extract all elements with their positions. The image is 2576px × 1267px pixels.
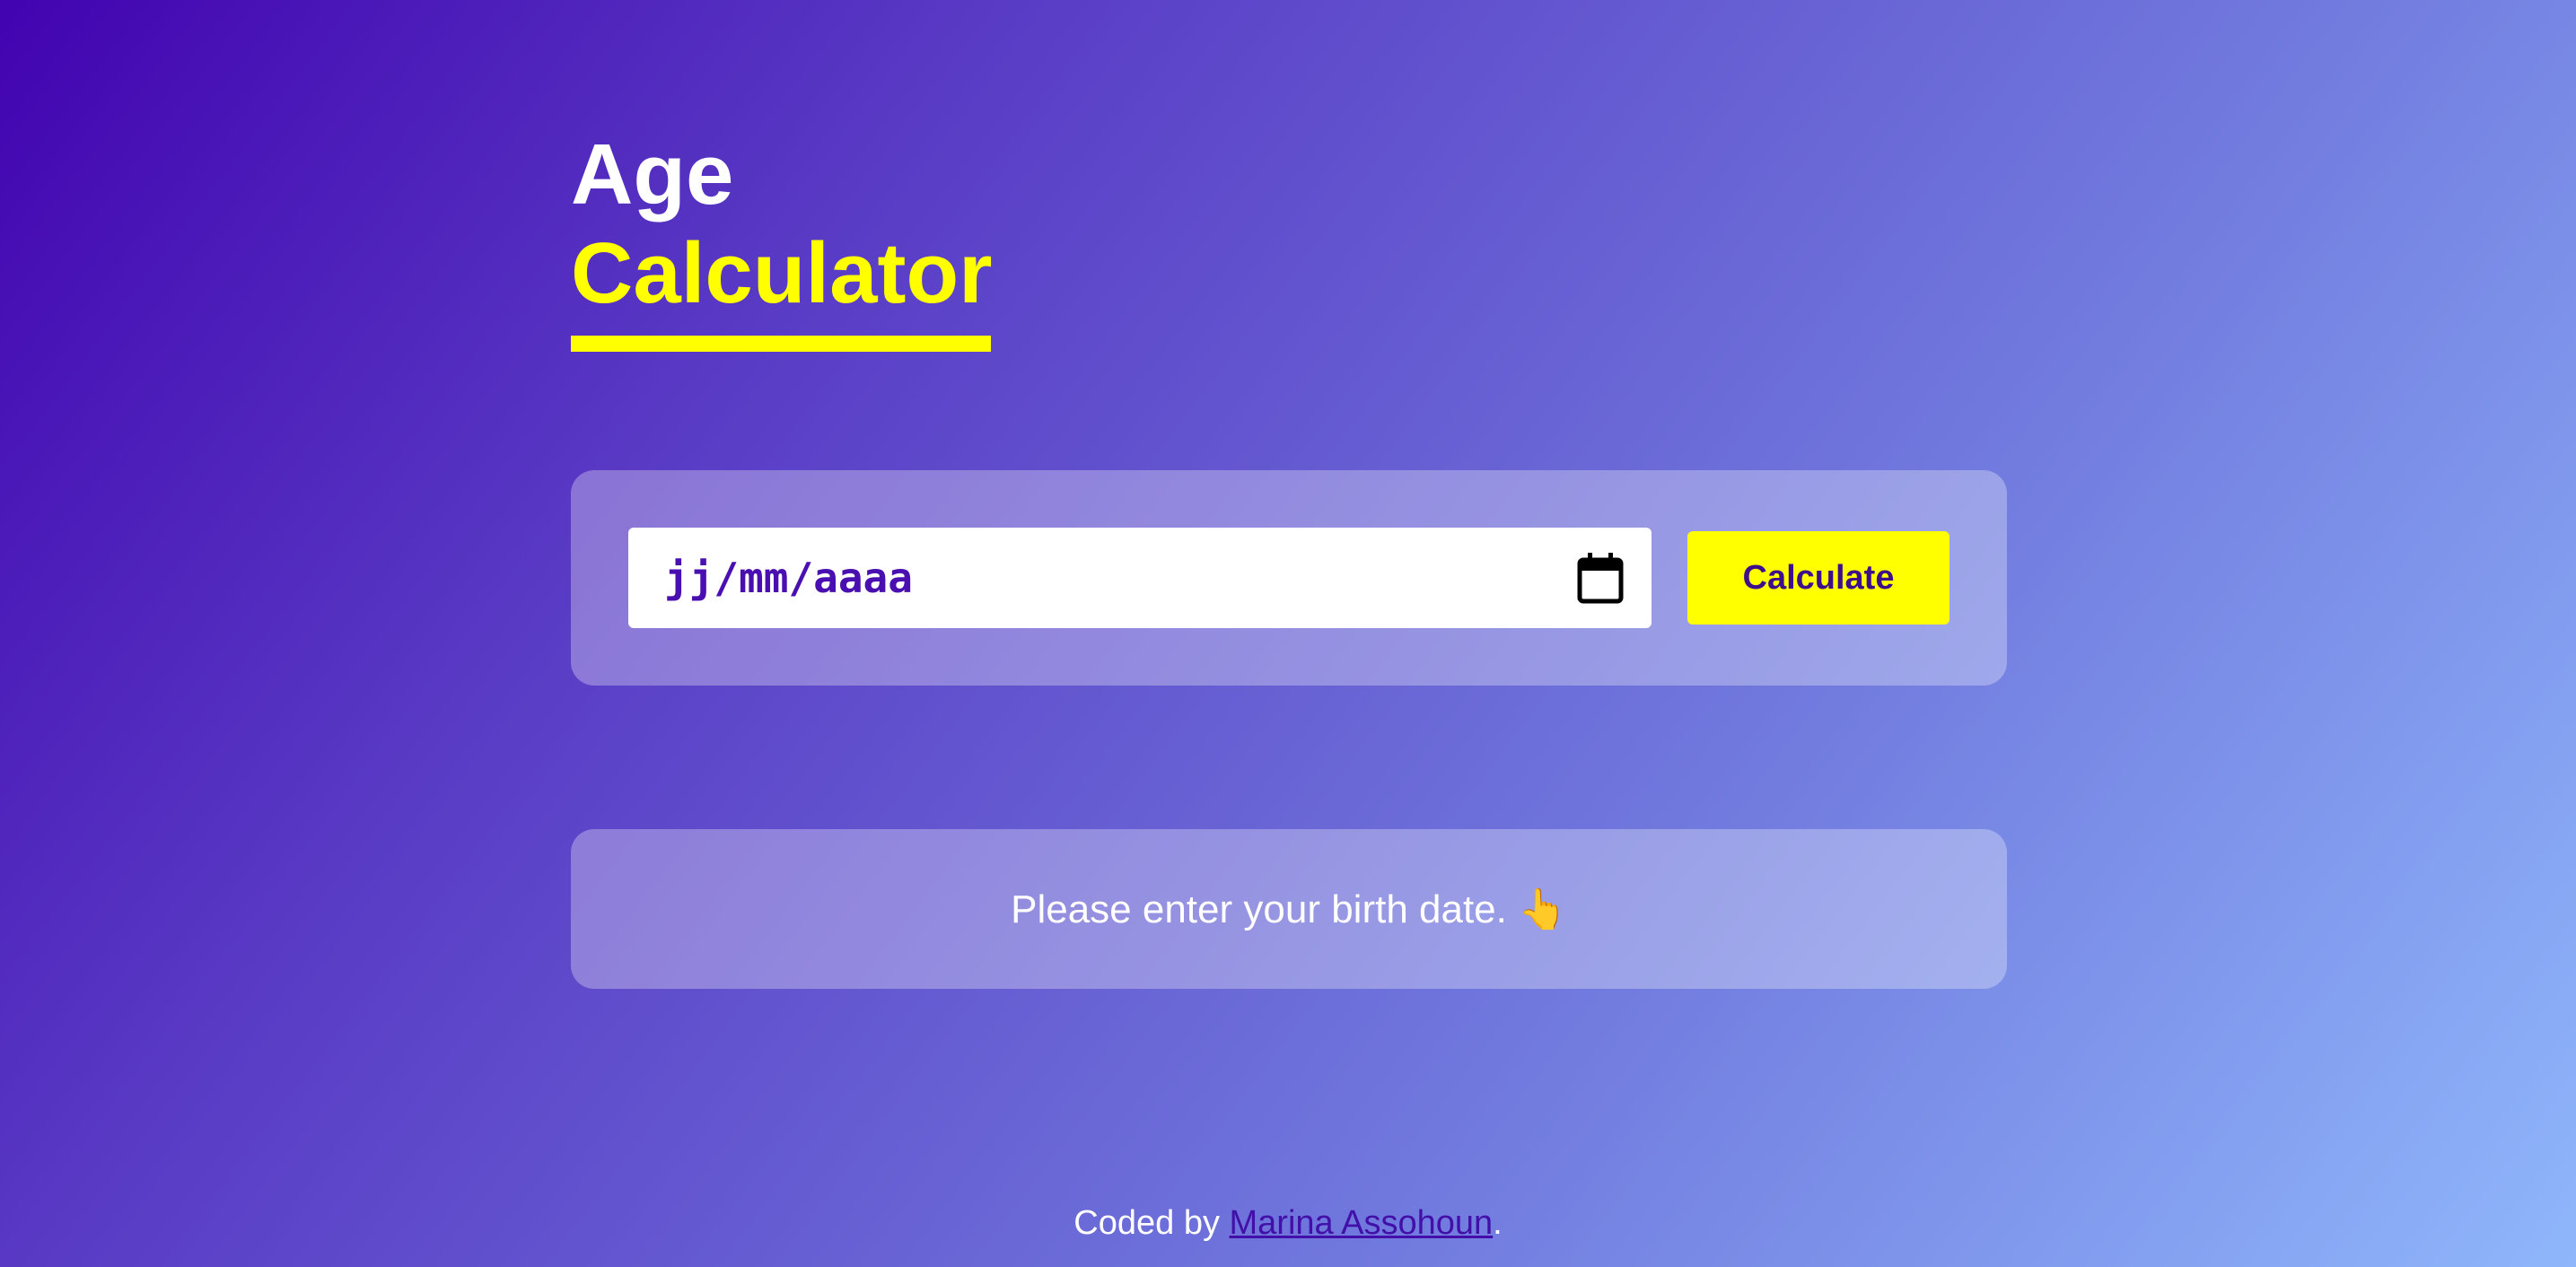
title-age: Age — [571, 127, 734, 223]
author-link[interactable]: Marina Assohoun — [1230, 1204, 1494, 1242]
footer: Coded by Marina Assohoun. — [0, 1204, 2576, 1243]
date-placeholder: jj/mm/aaaa — [664, 554, 913, 602]
calculate-button[interactable]: Calculate — [1687, 531, 1950, 625]
result-panel: Please enter your birth date. 👆 — [571, 829, 2007, 989]
footer-prefix: Coded by — [1073, 1204, 1230, 1242]
page-title: Age Calculator — [571, 126, 992, 352]
birth-date-input[interactable]: jj/mm/aaaa — [628, 528, 1652, 628]
result-message: Please enter your birth date. 👆 — [1011, 887, 1567, 931]
calendar-icon[interactable] — [1576, 551, 1625, 605]
input-panel: jj/mm/aaaa Calculate — [571, 470, 2007, 686]
title-underline — [571, 336, 991, 352]
title-calculator: Calculator — [571, 225, 993, 321]
footer-suffix: . — [1493, 1204, 1503, 1242]
